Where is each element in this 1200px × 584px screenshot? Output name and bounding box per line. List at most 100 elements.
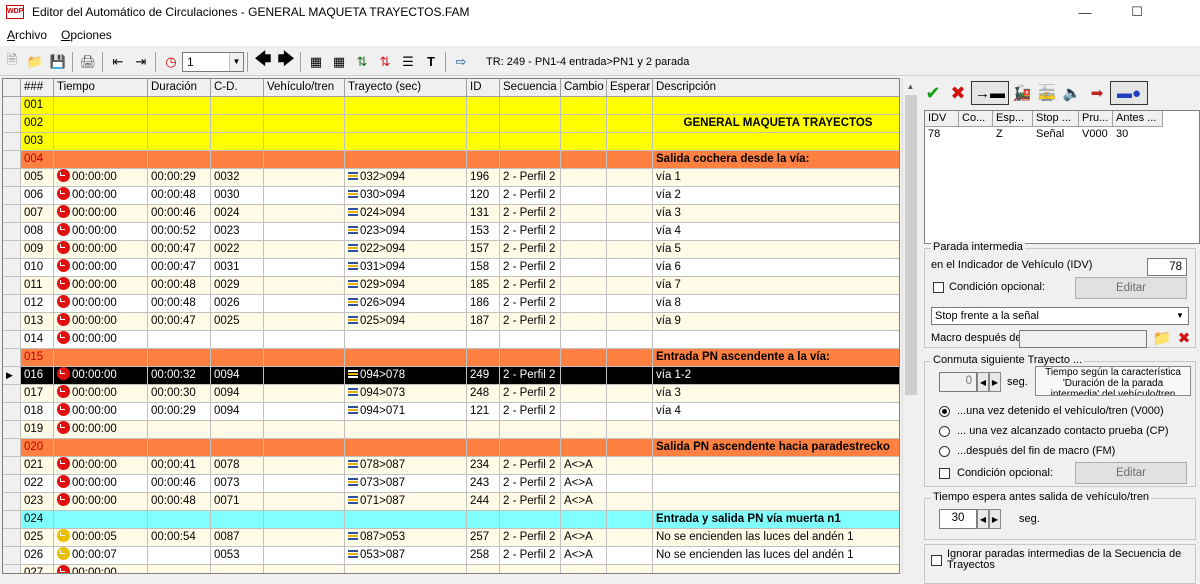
radio-detenido[interactable] [939,406,950,417]
idv-table[interactable]: IDV Co... Esp... Stop ... Pru... Antes ... 78 Z… [924,110,1200,244]
table-row[interactable]: 004 Salida cochera desde la vía: [3,151,899,169]
row-indicator[interactable] [3,565,21,573]
route-arrow-icon[interactable]: →▬ [971,81,1009,105]
table-row[interactable]: 017 00:00:00 00:00:30 0094 094>073 248 2 - Per… [3,385,899,403]
table-row[interactable]: 019 00:00:00 [3,421,899,439]
sequence-grid[interactable]: ### Tiempo Duración C-D. Vehículo/tren Trayec… [2,78,900,574]
spin-left-icon[interactable]: ◀ [977,372,989,392]
table-row[interactable]: 025 00:00:05 00:00:54 0087 087>053 257 2 - Per… [3,529,899,547]
conmuta-editar-button[interactable]: Editar [1075,462,1187,484]
row-indicator[interactable] [3,259,21,277]
scroll-thumb[interactable] [905,95,917,395]
idv-column-header[interactable]: Esp... [993,111,1033,127]
espera-spinner[interactable]: ◀ ▶ [977,509,1001,529]
indent-left-icon[interactable]: ⇤ [107,51,129,73]
column-header[interactable]: ID [467,79,500,97]
grid-scrollbar[interactable]: ▲ [902,78,918,574]
table-row[interactable]: 020 Salida PN ascendente hacia paradestre… [3,439,899,457]
conmuta-spinner[interactable]: ◀ ▶ [977,372,1001,392]
minimize-button[interactable]: — [1062,0,1108,24]
table-row[interactable]: 022 00:00:00 00:00:46 0073 073>087 243 2 - Per… [3,475,899,493]
table-row[interactable]: 005 00:00:00 00:00:29 0032 032>094 196 2 - Per… [3,169,899,187]
spin-left-icon[interactable]: ◀ [977,509,989,529]
signal-icon[interactable]: ➡ [1085,81,1109,105]
new-file-icon[interactable]: 🗎 [1,51,23,73]
menu-opciones[interactable]: Opciones [54,28,119,42]
tram-icon[interactable]: 🚋 [1035,81,1059,105]
ignorar-checkbox[interactable] [931,555,942,566]
row-indicator[interactable] [3,331,21,349]
column-header[interactable]: ### [21,79,54,97]
table-row[interactable]: 002 GENERAL MAQUETA TRAYECTOS [3,115,899,133]
idv-column-header[interactable]: Antes ... [1113,111,1163,127]
row-indicator[interactable] [3,241,21,259]
idv-column-header[interactable]: Pru... [1079,111,1113,127]
table-row[interactable]: 007 00:00:00 00:00:46 0024 024>094 131 2 - Per… [3,205,899,223]
table-row[interactable]: 003 [3,133,899,151]
column-header[interactable]: Descripción [653,79,899,97]
maximize-button[interactable]: ☐ [1114,0,1160,24]
row-indicator[interactable] [3,457,21,475]
speaker-icon[interactable]: 🔈 [1060,81,1084,105]
print-icon[interactable]: 🖨 [77,51,99,73]
chevron-down-icon[interactable]: ▼ [1172,308,1188,324]
table-row[interactable]: 001 [3,97,899,115]
row-indicator[interactable] [3,151,21,169]
parada-cond-checkbox[interactable] [933,282,944,293]
row-indicator[interactable] [3,547,21,565]
row-indicator[interactable] [3,223,21,241]
row-indicator[interactable] [3,421,21,439]
menu-archivo[interactable]: Archivo [0,28,54,42]
parada-editar-button[interactable]: Editar [1075,277,1187,299]
indent-right-icon[interactable]: ⇥ [130,51,152,73]
row-indicator[interactable] [3,529,21,547]
timer-icon[interactable]: ◷ [160,51,182,73]
stop-signal-icon[interactable]: ▬● [1110,81,1148,105]
row-indicator[interactable] [3,313,21,331]
row-indicator[interactable] [3,475,21,493]
cancel-icon[interactable]: ✖ [946,81,970,105]
swap-rows-icon[interactable]: ⇅ [351,51,373,73]
table-row[interactable]: ▶ 016 00:00:00 00:00:32 0094 094>078 249 2 - Pe… [3,367,899,385]
row-indicator[interactable] [3,349,21,367]
network-icon[interactable]: ▦ [305,51,327,73]
table-row[interactable]: 013 00:00:00 00:00:47 0025 025>094 187 2 - Per… [3,313,899,331]
table-row[interactable]: 021 00:00:00 00:00:41 0078 078>087 234 2 - Per… [3,457,899,475]
row-indicator[interactable] [3,277,21,295]
idv-column-header[interactable]: Stop ... [1033,111,1079,127]
row-indicator[interactable] [3,97,21,115]
column-header[interactable]: Trayecto (sec) [345,79,467,97]
column-header[interactable]: Duración [148,79,211,97]
macro-input[interactable] [1019,330,1147,348]
column-header[interactable]: C-D. [211,79,264,97]
conmuta-seg-input[interactable]: 0 [939,372,977,392]
table-row[interactable]: 014 00:00:00 [3,331,899,349]
exit-icon[interactable]: ⇨ [450,51,472,73]
spin-right-icon[interactable]: ▶ [989,509,1001,529]
save-icon[interactable]: 💾 [47,51,69,73]
espera-input[interactable]: 30 [939,509,977,529]
row-indicator[interactable] [3,187,21,205]
row-indicator[interactable] [3,493,21,511]
row-indicator[interactable] [3,403,21,421]
table-row[interactable]: 011 00:00:00 00:00:48 0029 029>094 185 2 - Per… [3,277,899,295]
arrow-left-icon[interactable]: 🡄 [252,51,274,73]
table-row[interactable]: 009 00:00:00 00:00:47 0022 022>094 157 2 - Per… [3,241,899,259]
text-tool-icon[interactable]: T [420,51,442,73]
row-indicator[interactable]: ▶ [3,367,21,385]
idv-column-header[interactable]: Co... [959,111,993,127]
conmuta-cond-checkbox[interactable] [939,468,950,479]
column-header[interactable]: Cambio [561,79,607,97]
table-row[interactable]: 015 Entrada PN ascendente a la vía: [3,349,899,367]
open-folder-icon[interactable]: 📁 [24,51,46,73]
table-row[interactable]: 023 00:00:00 00:00:48 0071 071>087 244 2 - Per… [3,493,899,511]
row-indicator[interactable] [3,295,21,313]
table-row[interactable]: 024 Entrada y salida PN vía muerta n1 [3,511,899,529]
table-row[interactable]: 010 00:00:00 00:00:47 0031 031>094 158 2 - Per… [3,259,899,277]
stop-select[interactable]: Stop frente a la señal ▼ [931,307,1189,325]
table-row[interactable]: 026 00:00:07 0053 053>087 258 2 - Perfil 2 A<>… [3,547,899,565]
insert-rows-icon[interactable]: ⇅ [374,51,396,73]
grid-icon[interactable]: ▦ [328,51,350,73]
chevron-down-icon[interactable]: ▼ [229,52,243,71]
locomotive-icon[interactable]: 🚂 [1010,81,1034,105]
